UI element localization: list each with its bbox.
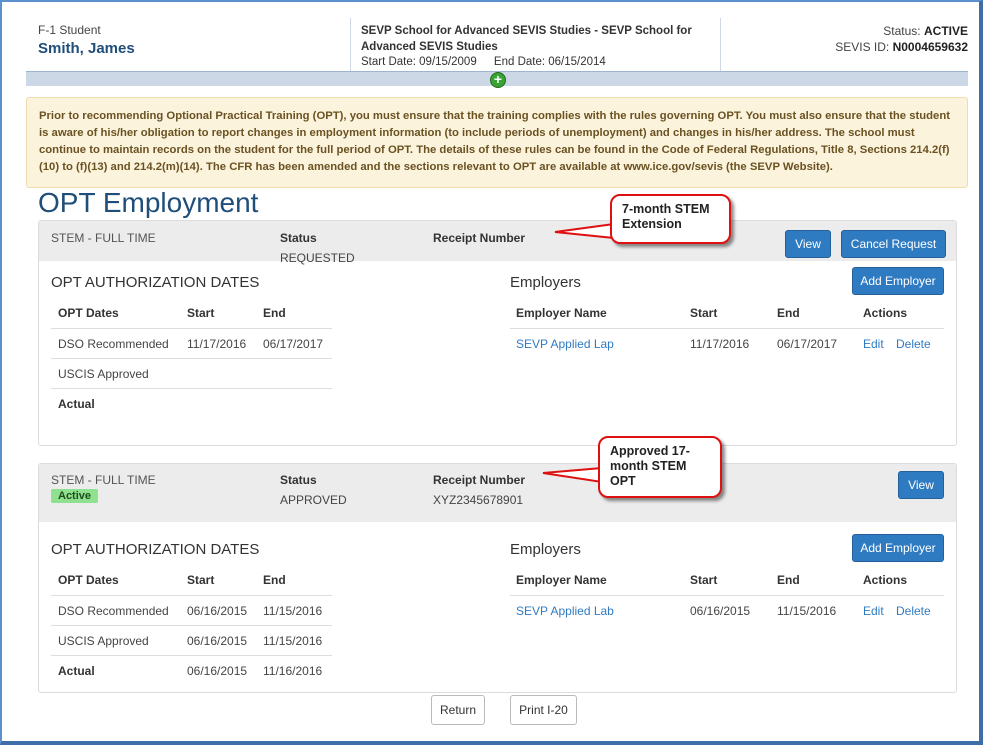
receipt-value: XYZ2345678901 bbox=[433, 493, 524, 507]
col-opt-dates: OPT Dates bbox=[58, 306, 119, 320]
status-label: Status bbox=[280, 473, 317, 487]
status-label: Status bbox=[280, 231, 317, 245]
callout-stem-extension: 7-month STEM Extension bbox=[610, 194, 731, 244]
view-button[interactable]: View bbox=[785, 230, 831, 258]
student-info: F-1 Student Smith, James bbox=[26, 18, 351, 71]
cancel-request-button[interactable]: Cancel Request bbox=[841, 230, 946, 258]
edit-employer-link[interactable]: Edit bbox=[863, 337, 884, 351]
col-end: End bbox=[777, 306, 800, 320]
status-label: Status: bbox=[883, 24, 921, 38]
divider bbox=[51, 595, 332, 596]
date-row-label: USCIS Approved bbox=[58, 634, 149, 648]
employer-end: 11/15/2016 bbox=[777, 604, 837, 618]
receipt-label: Receipt Number bbox=[433, 231, 526, 245]
edit-employer-link[interactable]: Edit bbox=[863, 604, 884, 618]
view-button[interactable]: View bbox=[898, 471, 944, 499]
divider bbox=[51, 625, 332, 626]
date-row-start: 06/16/2015 bbox=[187, 604, 248, 618]
col-end: End bbox=[263, 573, 286, 587]
status-value: REQUESTED bbox=[280, 251, 355, 265]
col-start: Start bbox=[690, 573, 718, 587]
date-row-start: 11/17/2016 bbox=[187, 337, 247, 351]
employers-title: Employers bbox=[510, 274, 581, 291]
date-row-start: 06/16/2015 bbox=[187, 664, 248, 678]
student-type: F-1 Student bbox=[38, 23, 101, 37]
school-name: SEVP School for Advanced SEVIS Studies -… bbox=[361, 25, 692, 53]
callout-approved-stem: Approved 17-month STEM OPT bbox=[598, 436, 722, 498]
opt-type: STEM - FULL TIME bbox=[51, 231, 156, 245]
employers-title: Employers bbox=[510, 541, 581, 558]
opt-record-panel-stem-approved: STEM - FULL TIME Active Status APPROVED … bbox=[38, 463, 957, 693]
sevis-label: SEVIS ID: bbox=[835, 40, 890, 54]
opt-dates-title: OPT AUTHORIZATION DATES bbox=[51, 541, 260, 558]
status-value: APPROVED bbox=[280, 493, 347, 507]
sevis-id: SEVIS ID: N0004659632 bbox=[721, 39, 968, 55]
employer-name-link[interactable]: SEVP Applied Lab bbox=[516, 604, 614, 618]
date-row-label: Actual bbox=[58, 397, 95, 411]
delete-employer-link[interactable]: Delete bbox=[896, 337, 931, 351]
date-row-label: Actual bbox=[58, 664, 95, 678]
divider bbox=[51, 358, 332, 359]
receipt-label: Receipt Number bbox=[433, 473, 526, 487]
opt-dates-title: OPT AUTHORIZATION DATES bbox=[51, 274, 260, 291]
date-row-end: 06/17/2017 bbox=[263, 337, 324, 351]
return-button[interactable]: Return bbox=[431, 695, 485, 725]
add-employer-button[interactable]: Add Employer bbox=[852, 534, 944, 562]
divider bbox=[51, 328, 332, 329]
app-frame: F-1 Student Smith, James SEVP School for… bbox=[0, 0, 983, 745]
date-row-end: 11/15/2016 bbox=[263, 634, 323, 648]
program-dates: Start Date: 09/15/2009 End Date: 06/15/2… bbox=[361, 55, 720, 70]
col-start: Start bbox=[187, 573, 215, 587]
col-actions: Actions bbox=[863, 306, 908, 320]
print-i20-button[interactable]: Print I-20 bbox=[510, 695, 577, 725]
status-info: Status: ACTIVE SEVIS ID: N0004659632 bbox=[721, 18, 968, 71]
employer-start: 11/17/2016 bbox=[690, 337, 750, 351]
col-end: End bbox=[263, 306, 286, 320]
student-name: Smith, James bbox=[38, 40, 135, 57]
date-row-end: 11/16/2016 bbox=[263, 664, 323, 678]
col-start: Start bbox=[690, 306, 718, 320]
employer-name-link[interactable]: SEVP Applied Lap bbox=[516, 337, 614, 351]
delete-employer-link[interactable]: Delete bbox=[896, 604, 931, 618]
date-row-label: DSO Recommended bbox=[58, 337, 169, 351]
student-header: F-1 Student Smith, James SEVP School for… bbox=[26, 18, 968, 71]
page-title: OPT Employment bbox=[38, 187, 259, 218]
school-info: SEVP School for Advanced SEVIS Studies -… bbox=[351, 18, 721, 71]
col-actions: Actions bbox=[863, 573, 908, 587]
divider bbox=[51, 655, 332, 656]
expand-plus-icon[interactable]: + bbox=[490, 72, 506, 88]
date-row-label: USCIS Approved bbox=[58, 367, 149, 381]
add-employer-button[interactable]: Add Employer bbox=[852, 267, 944, 295]
col-start: Start bbox=[187, 306, 215, 320]
col-employer-name: Employer Name bbox=[516, 306, 607, 320]
col-opt-dates: OPT Dates bbox=[58, 573, 119, 587]
divider bbox=[510, 595, 944, 596]
sevis-value: N0004659632 bbox=[892, 40, 968, 54]
date-row-end: 11/15/2016 bbox=[263, 604, 323, 618]
date-row-label: DSO Recommended bbox=[58, 604, 169, 618]
employer-start: 06/16/2015 bbox=[690, 604, 751, 618]
col-employer-name: Employer Name bbox=[516, 573, 607, 587]
divider bbox=[510, 328, 944, 329]
date-row-start: 06/16/2015 bbox=[187, 634, 248, 648]
student-status: Status: ACTIVE bbox=[721, 23, 968, 39]
active-badge: Active bbox=[51, 489, 99, 503]
status-value: ACTIVE bbox=[923, 24, 968, 38]
employer-end: 06/17/2017 bbox=[777, 337, 838, 351]
opt-notice: Prior to recommending Optional Practical… bbox=[26, 97, 968, 188]
program-start-date: Start Date: 09/15/2009 bbox=[361, 56, 477, 68]
program-end-date: End Date: 06/15/2014 bbox=[493, 56, 606, 68]
divider bbox=[51, 388, 332, 389]
opt-type: STEM - FULL TIME bbox=[51, 473, 156, 487]
opt-record-panel-stem-requested: STEM - FULL TIME Status REQUESTED Receip… bbox=[38, 220, 957, 446]
col-end: End bbox=[777, 573, 800, 587]
